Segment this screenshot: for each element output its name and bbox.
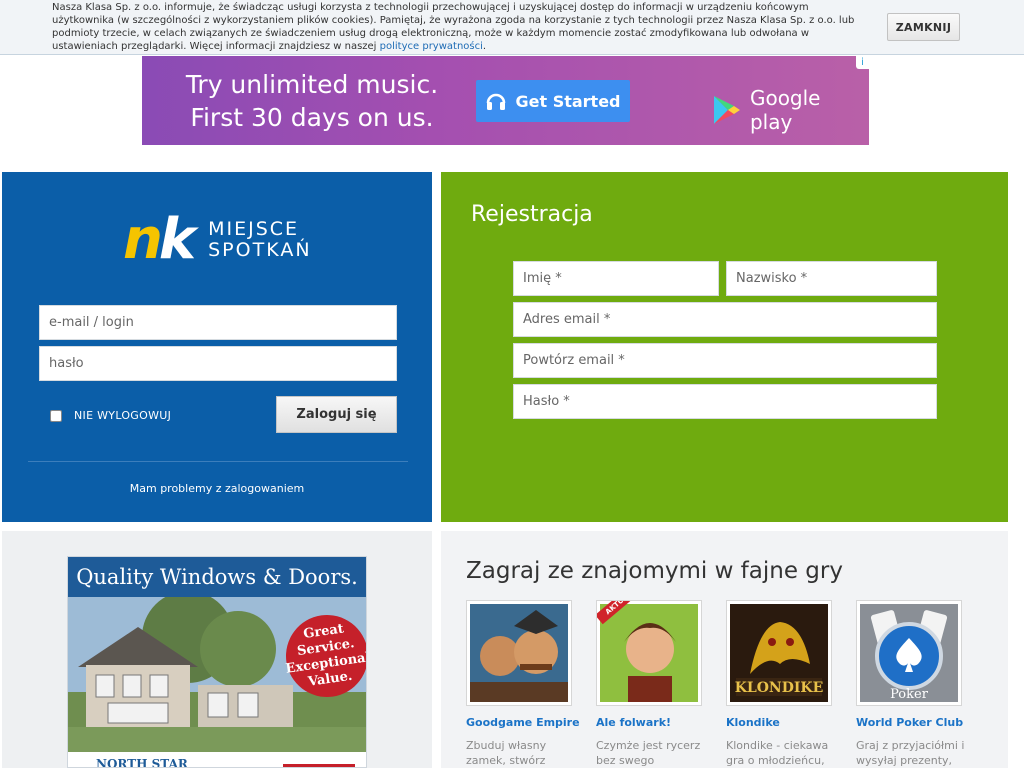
farmer-icon[interactable]: AKTUALIZACJA: [596, 600, 702, 706]
remember-me[interactable]: NIE WYLOGOWUJ: [50, 409, 171, 422]
cookie-close-button[interactable]: ZAMKNIJ: [887, 13, 960, 41]
game-name[interactable]: Ale folwark!: [596, 716, 716, 729]
nk-tagline-line-1: MIEJSCE: [208, 218, 300, 240]
login-button[interactable]: Zaloguj się: [276, 396, 397, 433]
ad-line-2: First 30 days on us.: [190, 103, 434, 132]
game-name[interactable]: Goodgame Empire: [466, 716, 586, 729]
windows-ad[interactable]: Quality Windows & Doors. Great Service. …: [67, 556, 367, 768]
repeat-email-input[interactable]: Powtórz email *: [513, 343, 937, 378]
warrior-icon[interactable]: [466, 600, 572, 706]
get-started-button[interactable]: Get Started: [476, 80, 630, 122]
login-problem-link[interactable]: Mam problemy z zalogowaniem: [2, 482, 432, 495]
registration-title: Rejestracja: [471, 202, 593, 227]
google-play-label: Google play: [749, 86, 821, 134]
get-started-label: Get Started: [515, 91, 621, 111]
games-section: Zagraj ze znajomymi w fajne gry Goodgame…: [441, 531, 1008, 768]
last-name-input[interactable]: Nazwisko *: [726, 261, 937, 296]
first-name-input[interactable]: Imię *: [513, 261, 719, 296]
nk-tagline-line-2: SPOTKAŃ: [208, 239, 312, 261]
remember-me-checkbox[interactable]: [50, 409, 62, 422]
dragon-icon[interactable]: KLONDIKE: [726, 600, 832, 706]
cookie-link-suffix: .: [482, 41, 487, 52]
ad-headline: Try unlimited music. First 30 days on us…: [182, 68, 442, 134]
nk-mark: nk: [123, 207, 196, 272]
windows-ad-headline: Quality Windows & Doors.: [68, 557, 366, 597]
ad-line-1: Try unlimited music.: [185, 70, 439, 99]
info-icon[interactable]: i: [856, 56, 869, 69]
game-name[interactable]: World Poker Club: [856, 716, 976, 729]
game-description: Graj z przyjaciółmi i wysyłaj prezenty,: [856, 739, 965, 767]
login-email-input[interactable]: e-mail / login: [39, 305, 397, 340]
nk-logo: nk MIEJSCE SPOTKAŃ: [123, 212, 312, 268]
email-input[interactable]: Adres email *: [513, 302, 937, 337]
cookie-notice: Nasza Klasa Sp. z o.o. informuje, że świ…: [52, 1, 872, 53]
game-card-klondike[interactable]: KLONDIKE Klondike Klondike - ciekawa gra…: [726, 600, 846, 768]
cookie-bar: Nasza Klasa Sp. z o.o. informuje, że świ…: [0, 0, 1024, 55]
game-description: Klondike - ciekawa gra o młodzieńcu,: [726, 739, 829, 767]
svg-text:Poker: Poker: [890, 687, 929, 702]
registration-panel: Rejestracja Imię * Nazwisko * Adres emai…: [441, 172, 1008, 522]
music-ad-banner[interactable]: Try unlimited music. First 30 days on us…: [142, 56, 869, 145]
nk-tagline: MIEJSCE SPOTKAŃ: [208, 219, 311, 261]
svg-text:KLONDIKE: KLONDIKE: [735, 680, 824, 696]
game-card-ale-folwark[interactable]: AKTUALIZACJA Ale folwark! Czymże jest ry…: [596, 600, 716, 768]
headphones-icon: [487, 93, 506, 110]
games-title: Zagraj ze znajomymi w fajne gry: [466, 558, 843, 584]
poker-icon[interactable]: Poker: [856, 600, 962, 706]
login-password-input[interactable]: hasło: [39, 346, 397, 381]
game-card-world-poker-club[interactable]: Poker World Poker Club Graj z przyjaciół…: [856, 600, 976, 768]
play-store-icon: [713, 96, 740, 124]
game-name[interactable]: Klondike: [726, 716, 846, 729]
login-panel: nk MIEJSCE SPOTKAŃ e-mail / login hasło …: [2, 172, 432, 522]
login-divider: [28, 461, 408, 462]
game-card-goodgame-empire[interactable]: Goodgame Empire Zbuduj własny zamek, stw…: [466, 600, 586, 768]
brand-red-bar: [283, 764, 355, 767]
remember-me-label: NIE WYLOGOWUJ: [74, 409, 172, 422]
side-ad-area: Quality Windows & Doors. Great Service. …: [2, 531, 432, 768]
north-star-brand: NORTH STAR: [96, 757, 188, 768]
password-input[interactable]: Hasło *: [513, 384, 937, 419]
game-description: Zbuduj własny zamek, stwórz: [466, 739, 547, 767]
privacy-policy-link[interactable]: polityce prywatności: [380, 41, 483, 52]
google-play-logo: Google play: [712, 86, 869, 134]
game-description: Czymże jest rycerz bez swego majątku?: [596, 739, 701, 767]
